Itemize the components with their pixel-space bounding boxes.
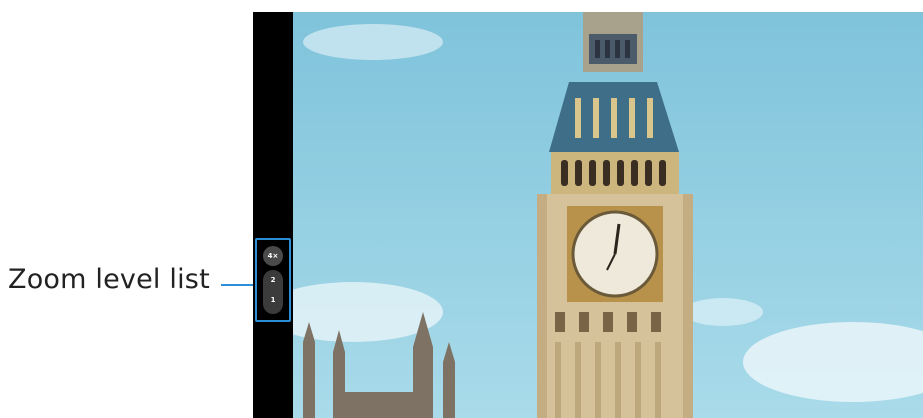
camera-viewfinder[interactable] [293, 12, 923, 418]
viewfinder-scene [293, 12, 923, 418]
camera-screen: 4× 2 1 [253, 12, 923, 418]
callout-label: Zoom level list [8, 264, 210, 295]
zoom-level-list: 4× 2 1 [255, 238, 291, 322]
zoom-level-2-button[interactable]: 2 [263, 276, 283, 284]
zoom-level-pill: 2 1 [263, 270, 283, 314]
zoom-level-1-button[interactable]: 1 [263, 296, 283, 304]
callout-leader-line [221, 284, 254, 286]
zoom-current-button[interactable]: 4× [263, 246, 283, 266]
